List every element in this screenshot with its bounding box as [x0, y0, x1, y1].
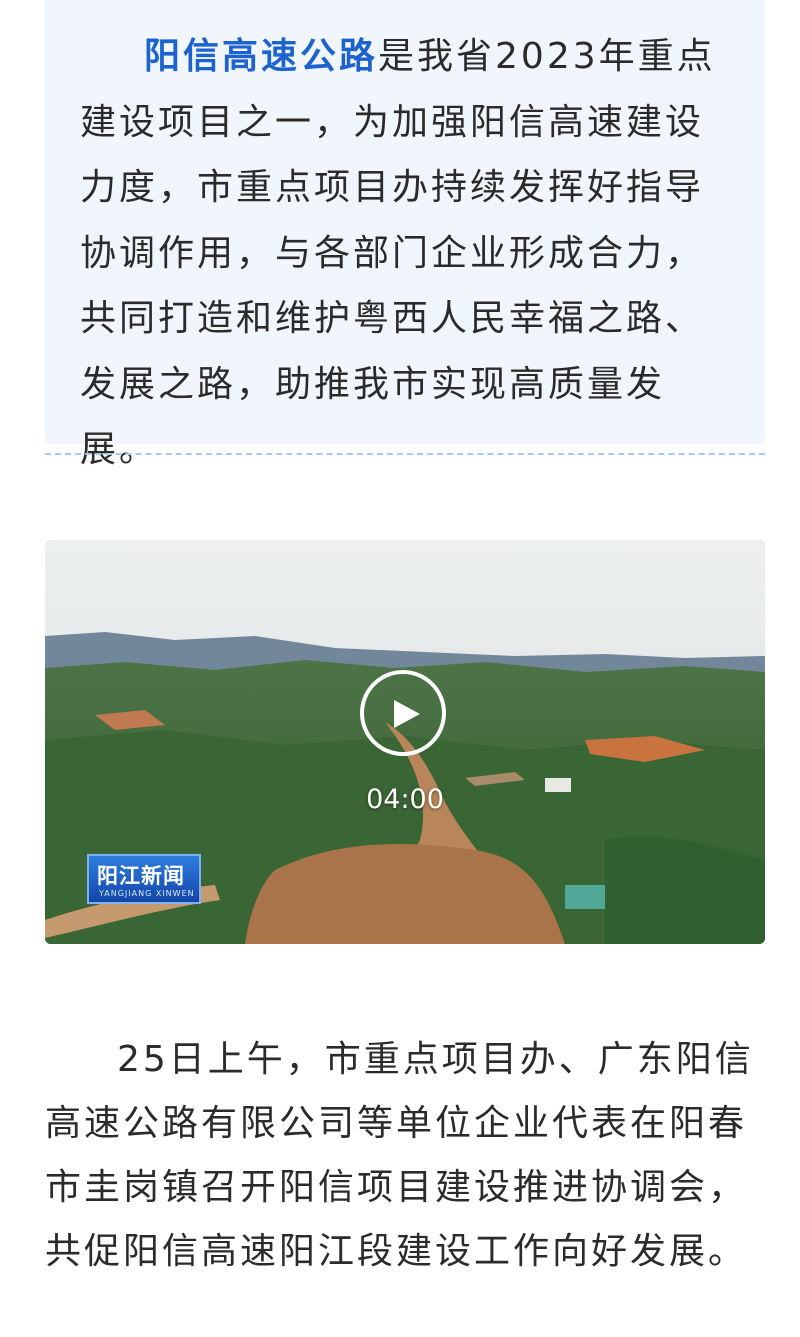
dashed-divider: [45, 453, 765, 455]
channel-logo-text: 阳江新闻: [97, 864, 185, 888]
video-duration: 04:00: [366, 784, 444, 815]
intro-paragraph: 阳信高速公路是我省2023年重点建设项目之一，为加强阳信高速建设力度，市重点项目…: [80, 24, 740, 483]
channel-logo-subtext: YANGJIANG XINWEN: [99, 889, 195, 898]
play-button[interactable]: [360, 670, 446, 756]
play-icon: [394, 700, 420, 728]
intro-body-text: 是我省2023年重点建设项目之一，为加强阳信高速建设力度，市重点项目办持续发挥好…: [80, 36, 716, 470]
project-name-highlight: 阳信高速公路: [144, 36, 379, 77]
channel-logo: 阳江新闻 YANGJIANG XINWEN: [87, 854, 201, 904]
video-player[interactable]: 04:00 阳江新闻 YANGJIANG XINWEN: [45, 540, 765, 944]
body-paragraph: 25日上午，市重点项目办、广东阳信高速公路有限公司等单位企业代表在阳春市圭岗镇召…: [45, 1028, 765, 1284]
body-paragraph-text: 25日上午，市重点项目办、广东阳信高速公路有限公司等单位企业代表在阳春市圭岗镇召…: [45, 1039, 754, 1272]
